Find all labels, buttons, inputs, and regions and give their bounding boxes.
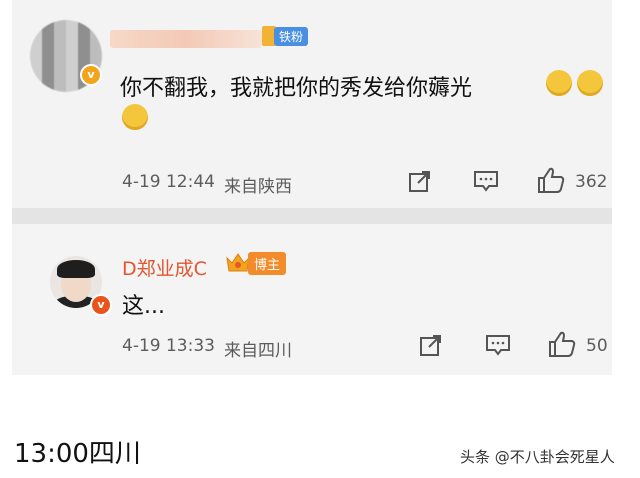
- like-count: 50: [586, 336, 608, 356]
- comment-location: 来自陕西: [224, 177, 292, 197]
- divider: [12, 208, 612, 224]
- username-redacted[interactable]: [110, 30, 262, 48]
- like-icon[interactable]: [547, 330, 577, 358]
- emoji-icon: [577, 70, 603, 96]
- comment-text: 这...: [122, 294, 165, 319]
- comment-card-1: v 铁粉 你不翻我，我就把你的秀发给你薅光 4-19 12:44 来自陕西 36…: [12, 0, 612, 208]
- emoji-icon: [546, 70, 572, 96]
- emoji-icon: [122, 104, 148, 130]
- comment-time: 4-19 12:44: [122, 172, 215, 192]
- comment-location: 来自四川: [224, 341, 292, 361]
- comment-icon[interactable]: [484, 332, 512, 358]
- screenshot-panel: v 铁粉 你不翻我，我就把你的秀发给你薅光 4-19 12:44 来自陕西 36…: [12, 0, 612, 375]
- like-icon[interactable]: [536, 166, 566, 194]
- like-count: 362: [575, 172, 608, 192]
- share-icon[interactable]: [418, 332, 444, 358]
- verified-badge: v: [90, 294, 112, 316]
- blogger-tag: 博主: [248, 252, 287, 275]
- comment-icon[interactable]: [472, 168, 500, 194]
- caption-text: 13:00四川: [14, 439, 141, 469]
- watermark: 头条 @不八卦会死星人: [460, 448, 615, 466]
- share-icon[interactable]: [407, 168, 433, 194]
- comment-text: 你不翻我，我就把你的秀发给你薅光: [120, 76, 473, 101]
- verified-badge: v: [80, 64, 102, 86]
- username[interactable]: D郑业成C: [122, 254, 207, 281]
- comment-time: 4-19 13:33: [122, 336, 215, 356]
- fan-tag: 铁粉: [274, 27, 309, 46]
